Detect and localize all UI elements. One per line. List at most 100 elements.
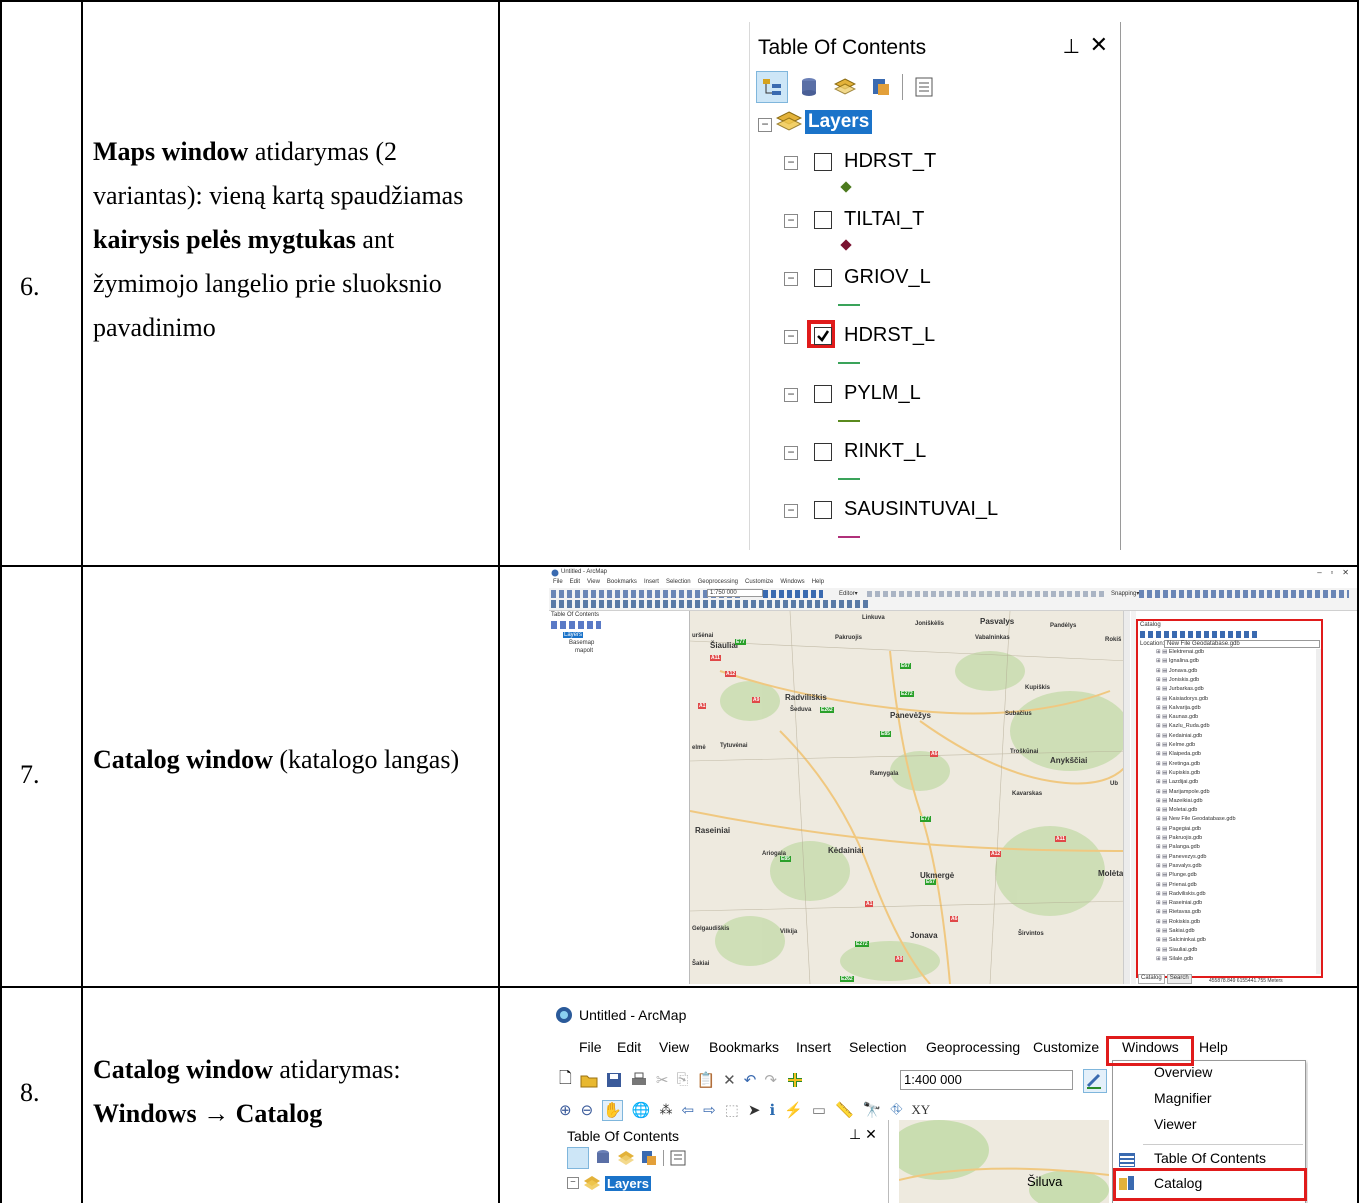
menu-item-bookmarks[interactable]: Bookmarks [607,579,637,588]
collapse-toggle[interactable]: − [567,1177,579,1189]
catalog-item[interactable]: ⊞ ▤ Ignalina.gdb [1156,658,1199,664]
catalog-scrollbar[interactable] [1316,649,1321,974]
dropdown-item-table-of-contents[interactable]: Table Of Contents [1154,1150,1266,1166]
catalog-item[interactable]: ⊞ ▤ Siauliai.gdb [1156,947,1197,953]
collapse-toggle[interactable]: − [784,214,798,228]
catalog-item[interactable]: ⊞ ▤ Klaipeda.gdb [1156,751,1201,757]
catalog-item[interactable]: ⊞ ▤ Kaisiadorys.gdb [1156,696,1208,702]
selection-list-icon[interactable] [641,1150,657,1166]
catalog-item[interactable]: ⊞ ▤ Sakiai.gdb [1156,928,1195,934]
menu-item-help[interactable]: Help [1199,1039,1228,1055]
pin-close-icons[interactable]: ⊥ ✕ [849,1126,877,1143]
layer-checkbox[interactable] [814,501,832,519]
catalog-item[interactable]: ⊞ ▤ Lazdijai.gdb [1156,779,1198,785]
catalog-item[interactable]: ⊞ ▤ New File Geodatabase.gdb [1156,816,1236,822]
menu-item-selection[interactable]: Selection [849,1039,907,1055]
catalog-item[interactable]: ⊞ ▤ Pagegiai.gdb [1156,826,1201,832]
drawing-order-icon[interactable] [567,1147,589,1169]
catalog-item[interactable]: ⊞ ▤ Raseiniai.gdb [1156,900,1202,906]
catalog-item[interactable]: ⊞ ▤ Joniskis.gdb [1156,677,1199,683]
layer-checkbox[interactable] [814,269,832,287]
cut-icon[interactable]: ✂ [656,1071,669,1090]
layer-checkbox[interactable] [814,443,832,461]
menu-item-insert[interactable]: Insert [644,579,659,588]
map-view[interactable]: Linkuva Joniškėlis Pasvalys Pandėlys uršėnai… [690,611,1130,984]
editor-toolbar[interactable] [867,591,1107,597]
toc-mapolt[interactable]: mapolt [575,648,593,654]
menu-item-customize[interactable]: Customize [1033,1039,1099,1055]
toc-basemap[interactable]: Basemap [569,640,594,646]
view-toolbar[interactable] [763,590,823,598]
catalog-item[interactable]: ⊞ ▤ Rietavas.gdb [1156,909,1201,915]
scale-box[interactable]: 1:750 000 [707,589,763,597]
menu-item-edit[interactable]: Edit [570,579,580,588]
collapse-toggle[interactable]: − [758,118,772,132]
editor-toolbar-button[interactable] [1083,1069,1107,1093]
menu-item-selection[interactable]: Selection [666,579,691,588]
layer-name[interactable]: HDRST_L [844,324,935,347]
select-elements-icon[interactable]: ➤ [748,1101,761,1120]
select-features-icon[interactable]: ⬚ [725,1101,739,1120]
catalog-item[interactable]: ⊞ ▤ Kretinga.gdb [1156,761,1200,767]
catalog-item[interactable]: ⊞ ▤ Jonava.gdb [1156,668,1197,674]
catalog-item[interactable]: ⊞ ▤ Pasvalys.gdb [1156,863,1202,869]
pan-icon[interactable]: ✋ [602,1099,623,1121]
catalog-item[interactable]: ⊞ ▤ Kupiskis.gdb [1156,770,1200,776]
menu-item-edit[interactable]: Edit [617,1039,641,1055]
list-by-selection-button[interactable] [866,72,896,102]
tab-search[interactable]: Search [1166,974,1192,984]
add-data-icon[interactable] [785,1071,805,1089]
layers-root-label[interactable]: Layers [605,1175,651,1191]
menu-item-help[interactable]: Help [812,579,824,588]
dropdown-item-viewer[interactable]: Viewer [1154,1116,1197,1132]
identify-icon[interactable]: ℹ [769,1101,775,1120]
tab-catalog[interactable]: Catalog [1138,974,1165,984]
layer-checkbox[interactable] [814,385,832,403]
layer-name[interactable]: HDRST_T [844,150,936,173]
layer-checkbox[interactable] [814,153,832,171]
layer-name[interactable]: PYLM_L [844,382,921,405]
editor-menu[interactable]: Editor▾ [839,590,858,597]
layer-name[interactable]: GRIOV_L [844,266,931,289]
catalog-item[interactable]: ⊞ ▤ Kazlu_Ruda.gdb [1156,723,1210,729]
catalog-item[interactable]: ⊞ ▤ Mazeikiai.gdb [1156,798,1203,804]
menu-item-geoprocessing[interactable]: Geoprocessing [698,579,738,588]
layer-checkbox-checked[interactable] [814,327,832,345]
menu-item-windows[interactable]: Windows [780,579,804,588]
open-folder-icon[interactable] [580,1072,598,1088]
catalog-item[interactable]: ⊞ ▤ Rokiskis.gdb [1156,919,1200,925]
close-icon[interactable]: ✕ [1090,32,1108,58]
list-by-drawing-order-button[interactable] [756,71,788,103]
toc-layers-small[interactable]: Layers [563,632,584,638]
dropdown-item-overview[interactable]: Overview [1154,1064,1212,1080]
catalog-item[interactable]: ⊞ ▤ Salcininkai.gdb [1156,937,1206,943]
catalog-item[interactable]: ⊞ ▤ Palanga.gdb [1156,844,1200,850]
full-extent-icon[interactable]: 🌐 [632,1101,651,1120]
menu-item-geoprocessing[interactable]: Geoprocessing [926,1039,1020,1055]
catalog-item[interactable]: ⊞ ▤ Jurbarkas.gdb [1156,686,1204,692]
layers-root-label[interactable]: Layers [805,110,873,134]
catalog-item[interactable]: ⊞ ▤ Prienai.gdb [1156,882,1197,888]
measure-icon[interactable]: 📏 [835,1101,854,1120]
forward-icon[interactable]: ⇨ [703,1101,716,1120]
catalog-item[interactable]: ⊞ ▤ Panevezys.gdb [1156,854,1206,860]
catalog-item[interactable]: ⊞ ▤ Elektrenai.gdb [1156,649,1204,655]
catalog-item[interactable]: ⊞ ▤ Plunge.gdb [1156,872,1197,878]
find-icon[interactable]: 🔭 [863,1101,882,1120]
print-icon[interactable] [630,1072,648,1088]
html-popup-icon[interactable]: ▭ [812,1101,826,1120]
menu-item-customize[interactable]: Customize [745,579,773,588]
back-icon[interactable]: ⇦ [682,1101,695,1120]
catalog-item[interactable]: ⊞ ▤ Moletai.gdb [1156,807,1197,813]
pin-icon[interactable]: ⊥ [1063,34,1080,59]
redo-icon[interactable]: ↷ [764,1071,777,1090]
catalog-item[interactable]: ⊞ ▤ Kelme.gdb [1156,742,1195,748]
dropdown-item-magnifier[interactable]: Magnifier [1154,1090,1212,1106]
paste-icon[interactable]: 📋 [696,1071,715,1090]
snapping-toolbar[interactable] [1139,590,1349,598]
catalog-item[interactable]: ⊞ ▤ Radviliskis.gdb [1156,891,1206,897]
options-button[interactable] [909,72,939,102]
menu-item-file[interactable]: File [579,1039,602,1055]
catalog-item[interactable]: ⊞ ▤ Pakruojis.gdb [1156,835,1202,841]
hyperlink-icon[interactable]: ⚡ [784,1101,803,1120]
